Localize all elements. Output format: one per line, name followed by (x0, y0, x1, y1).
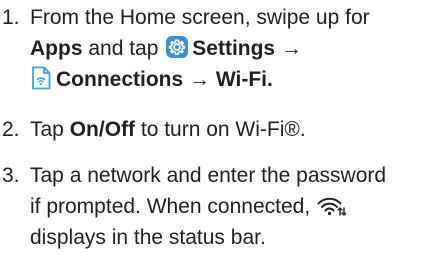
step-3-line-2-text: if prompted. When connected, (30, 195, 311, 218)
step-3-line-2: if prompted. When connected, (30, 191, 437, 222)
wifi-label: Wi-Fi. (215, 68, 273, 91)
step-3-line-1: Tap a network and enter the password (30, 164, 387, 187)
wifi-icon (316, 195, 347, 217)
step-1-line-1: From the Home screen, swipe up for (30, 6, 370, 29)
step-number: 1. (2, 6, 20, 29)
settings-label: Settings (192, 37, 276, 60)
step-text: Tap a network and enter the password if … (30, 160, 437, 253)
step-text: Tap On/Off to turn on Wi-Fi®. (30, 114, 437, 145)
step-2-rest: to turn on Wi-Fi®. (140, 118, 306, 141)
on-off-label: On/Off (69, 118, 136, 141)
step-number: 3. (2, 164, 20, 187)
step-3-line-3: displays in the status bar. (30, 226, 266, 249)
step-2: 2. Tap On/Off to turn on Wi-Fi®. (0, 114, 437, 145)
step-number: 2. (2, 118, 20, 141)
gear-icon (166, 36, 189, 58)
apps-label: Apps (30, 37, 83, 60)
step-1-line-3: Connections → Wi-Fi. (30, 64, 437, 95)
arrow-1: → (280, 37, 302, 60)
step-text: From the Home screen, swipe up for Apps … (30, 2, 437, 95)
tap-text: Tap (30, 118, 64, 141)
connections-label: Connections (56, 68, 184, 91)
step-3: 3. Tap a network and enter the password … (0, 160, 437, 253)
step-2-line-1: Tap On/Off to turn on Wi-Fi®. (30, 114, 437, 145)
connections-icon (30, 65, 52, 91)
step-1: 1. From the Home screen, swipe up for Ap… (0, 2, 437, 95)
arrow-2: → (189, 68, 211, 91)
and-tap-text: and tap (88, 37, 159, 60)
step-1-line-2: Apps and tap Settings → (30, 33, 437, 64)
